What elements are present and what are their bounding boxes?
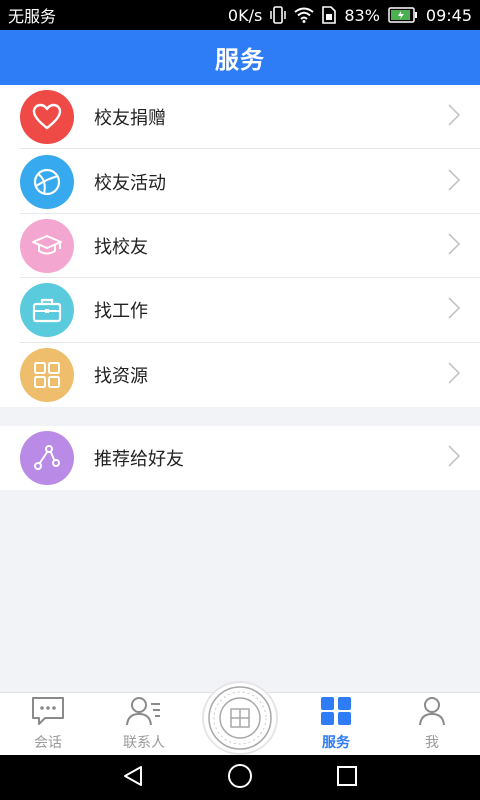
tab-label: 服务 [322, 735, 350, 751]
contacts-icon [126, 696, 162, 730]
chevron-right-icon [448, 233, 461, 259]
menu-item-label: 找工作 [94, 301, 148, 323]
back-icon[interactable] [122, 765, 144, 791]
chevron-right-icon [448, 104, 461, 130]
person-icon [417, 696, 447, 730]
vibrate-icon [270, 6, 287, 24]
graduation-cap-icon [20, 218, 74, 273]
clock-time: 09:45 [425, 5, 472, 25]
system-nav-bar [0, 755, 480, 800]
tab-contacts[interactable]: 联系人 [96, 693, 192, 755]
tab-services[interactable]: 服务 [288, 693, 384, 755]
battery-icon [388, 7, 418, 23]
menu-item-find-job[interactable]: 找工作 [0, 278, 480, 343]
menu-item-find-alumni[interactable]: 找校友 [0, 214, 480, 279]
page-title: 服务 [215, 46, 265, 74]
sim-icon [322, 6, 337, 24]
briefcase-icon [20, 283, 74, 338]
ball-icon [20, 154, 74, 209]
wifi-icon [294, 7, 314, 23]
tab-home-seal[interactable] [192, 681, 288, 755]
chat-icon [31, 696, 65, 730]
heart-icon [20, 90, 74, 145]
tab-label: 我 [425, 735, 439, 751]
tab-label: 会话 [34, 735, 62, 751]
grid-icon [20, 347, 74, 402]
tab-chat[interactable]: 会话 [0, 693, 96, 755]
status-bar: 无服务 0K/s 83% 09:45 [0, 0, 480, 30]
recent-apps-icon[interactable] [336, 765, 358, 791]
battery-percent: 83% [344, 5, 380, 25]
chevron-right-icon [448, 169, 461, 195]
service-menu: 校友捐赠 校友活动 找校友 找工作 找资源 [0, 85, 480, 407]
tab-me[interactable]: 我 [384, 693, 480, 755]
tab-label: 联系人 [123, 735, 165, 751]
menu-item-find-resources[interactable]: 找资源 [0, 343, 480, 407]
carrier-text: 无服务 [8, 7, 57, 26]
menu-item-label: 找校友 [94, 236, 148, 258]
menu-item-alumni-donation[interactable]: 校友捐赠 [0, 85, 480, 150]
menu-item-alumni-events[interactable]: 校友活动 [0, 149, 480, 214]
chevron-right-icon [448, 297, 461, 323]
menu-item-recommend-friends[interactable]: 推荐给好友 [0, 426, 480, 490]
university-seal-icon [202, 681, 278, 755]
chevron-right-icon [448, 445, 461, 471]
share-menu: 推荐给好友 [0, 426, 480, 490]
home-icon[interactable] [227, 763, 253, 793]
services-icon [320, 696, 352, 730]
menu-item-label: 校友捐赠 [94, 108, 166, 130]
bottom-tab-bar: 会话 联系人 服务 我 [0, 681, 480, 755]
network-speed: 0K/s [227, 5, 263, 25]
menu-item-label: 校友活动 [94, 172, 166, 194]
share-icon [20, 431, 74, 485]
chevron-right-icon [448, 362, 461, 388]
app-header: 服务 [0, 30, 480, 85]
menu-item-label: 推荐给好友 [94, 449, 184, 470]
menu-item-label: 找资源 [94, 365, 148, 387]
